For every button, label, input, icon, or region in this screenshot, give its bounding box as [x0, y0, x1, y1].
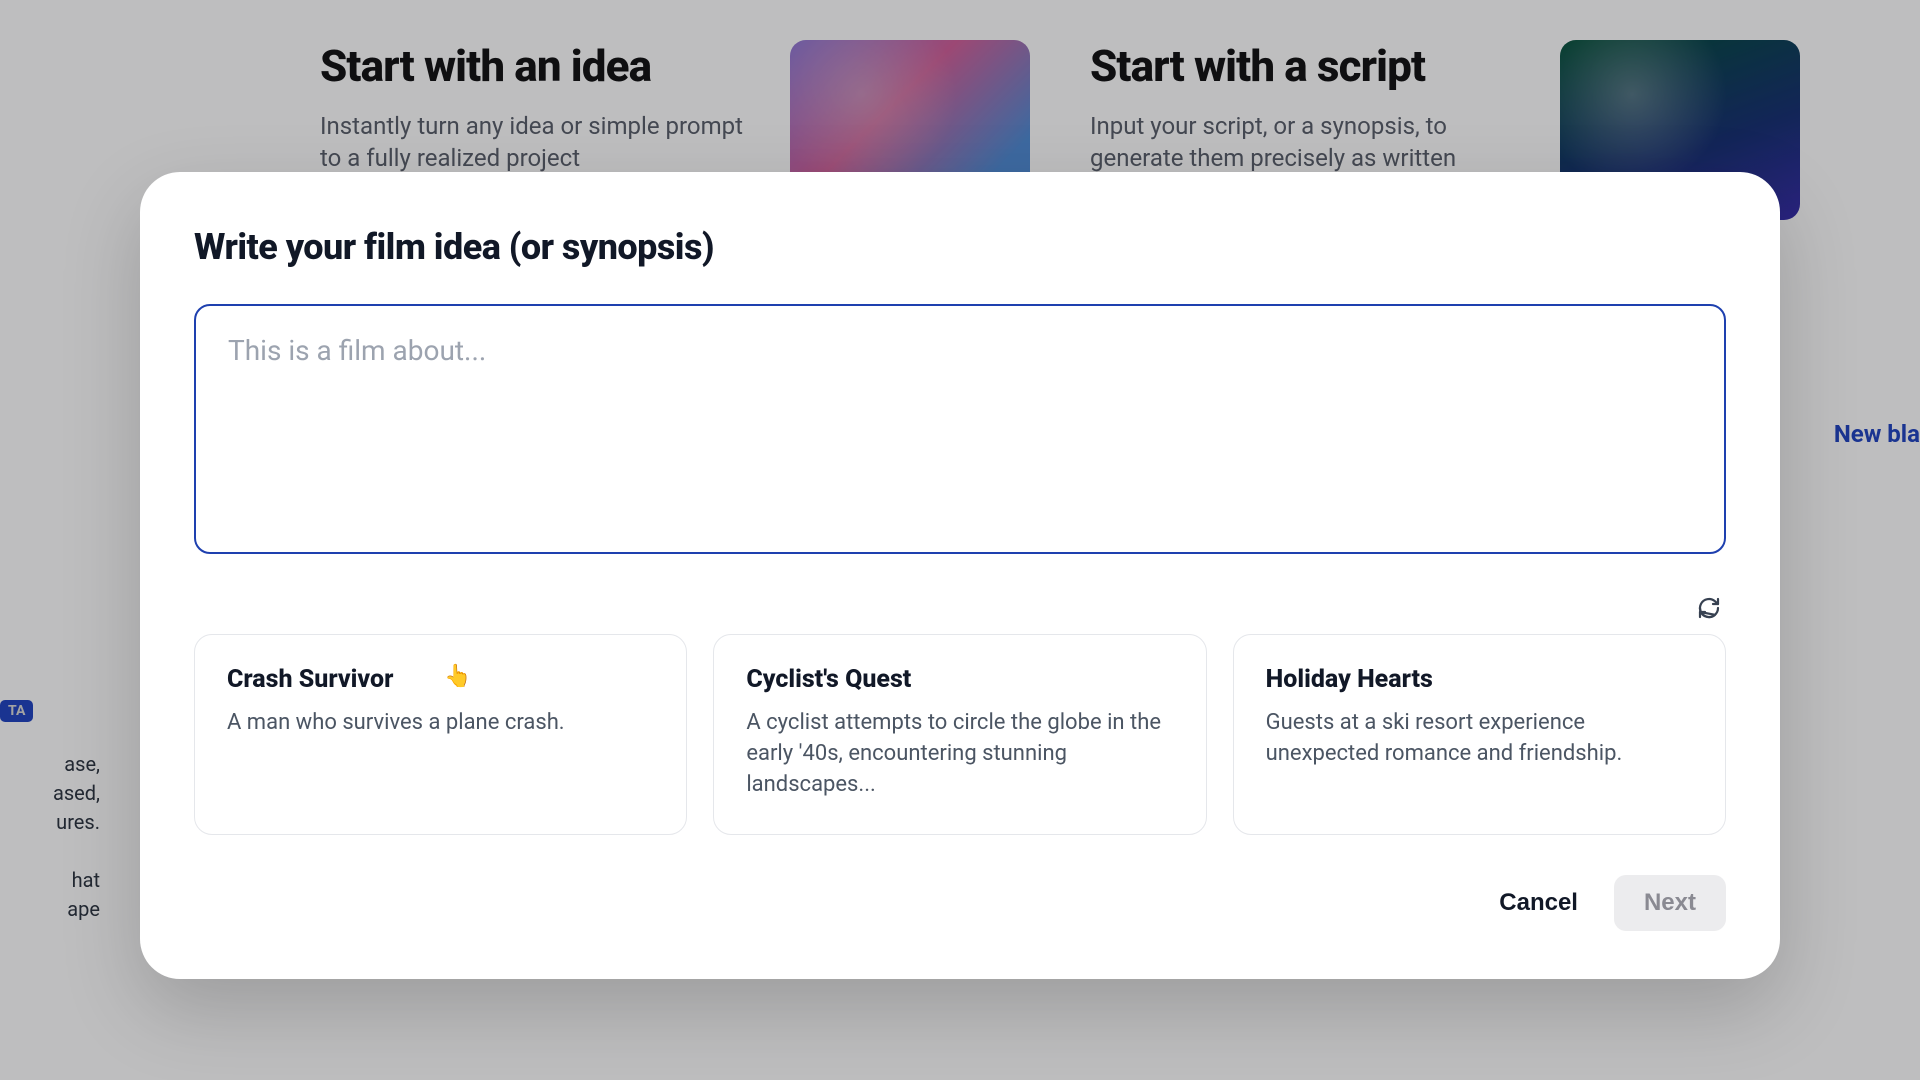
suggestions-list: Crash Survivor A man who survives a plan… [194, 634, 1726, 835]
suggestion-desc: Guests at a ski resort experience unexpe… [1266, 708, 1693, 770]
suggestion-title: Crash Survivor [227, 665, 654, 694]
suggestion-title: Holiday Hearts [1266, 665, 1693, 694]
suggestion-desc: A man who survives a plane crash. [227, 708, 654, 739]
suggestion-title: Cyclist's Quest [746, 665, 1173, 694]
suggestion-card[interactable]: Holiday Hearts Guests at a ski resort ex… [1233, 634, 1726, 835]
refresh-icon [1697, 596, 1721, 623]
modal-overlay: Write your film idea (or synopsis) Crash… [0, 0, 1920, 1080]
suggestion-desc: A cyclist attempts to circle the globe i… [746, 708, 1173, 800]
refresh-suggestions-button[interactable] [1692, 592, 1726, 626]
film-idea-input[interactable] [194, 304, 1726, 554]
film-idea-modal: Write your film idea (or synopsis) Crash… [140, 172, 1780, 979]
suggestion-card[interactable]: Cyclist's Quest A cyclist attempts to ci… [713, 634, 1206, 835]
suggestion-card[interactable]: Crash Survivor A man who survives a plan… [194, 634, 687, 835]
cancel-button[interactable]: Cancel [1489, 877, 1588, 929]
next-button[interactable]: Next [1614, 875, 1726, 931]
modal-title: Write your film idea (or synopsis) [194, 226, 1726, 268]
